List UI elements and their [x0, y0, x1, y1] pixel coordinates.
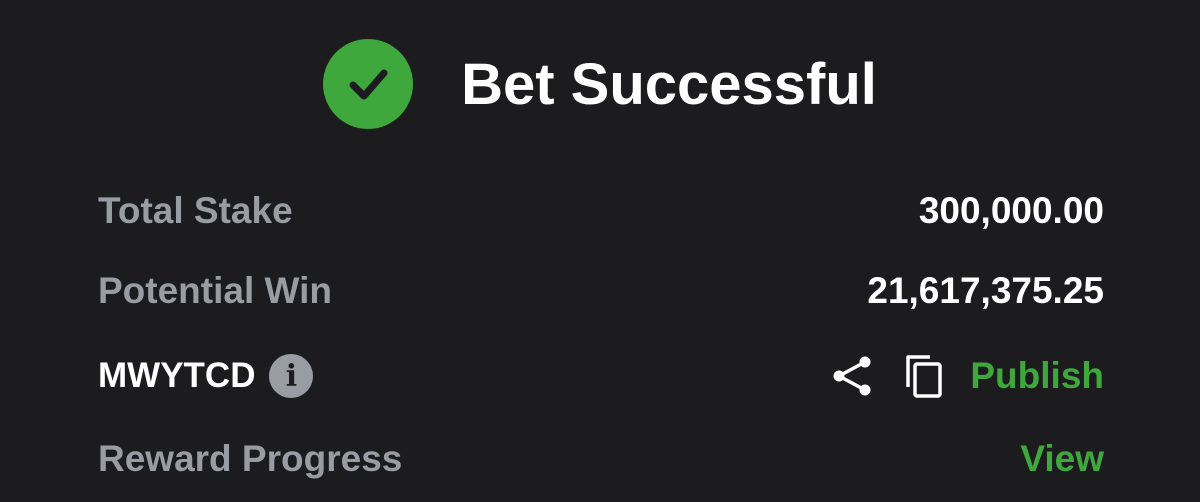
page-title: Bet Successful — [461, 51, 877, 117]
booking-code-row: MWYTCD i Publish — [98, 346, 1104, 406]
total-stake-value: 300,000.00 — [918, 190, 1104, 231]
total-stake-label: Total Stake — [98, 190, 293, 231]
info-icon[interactable]: i — [269, 354, 314, 398]
copy-icon[interactable] — [904, 353, 944, 399]
potential-win-value: 21,617,375.25 — [867, 270, 1104, 311]
publish-button[interactable]: Publish — [970, 355, 1104, 397]
potential-win-row: Potential Win 21,617,375.25 — [98, 261, 1104, 321]
share-icon[interactable] — [830, 354, 874, 398]
booking-code-group: MWYTCD i — [98, 354, 314, 398]
total-stake-row: Total Stake 300,000.00 — [98, 181, 1104, 241]
booking-code: MWYTCD — [98, 356, 256, 395]
view-reward-button[interactable]: View — [1020, 438, 1104, 480]
booking-actions: Publish — [830, 353, 1104, 399]
reward-progress-label: Reward Progress — [98, 438, 403, 479]
bet-success-header: Bet Successful — [0, 38, 1200, 130]
reward-progress-row: Reward Progress View — [98, 429, 1104, 489]
check-circle-icon — [323, 39, 414, 129]
potential-win-label: Potential Win — [98, 270, 332, 311]
